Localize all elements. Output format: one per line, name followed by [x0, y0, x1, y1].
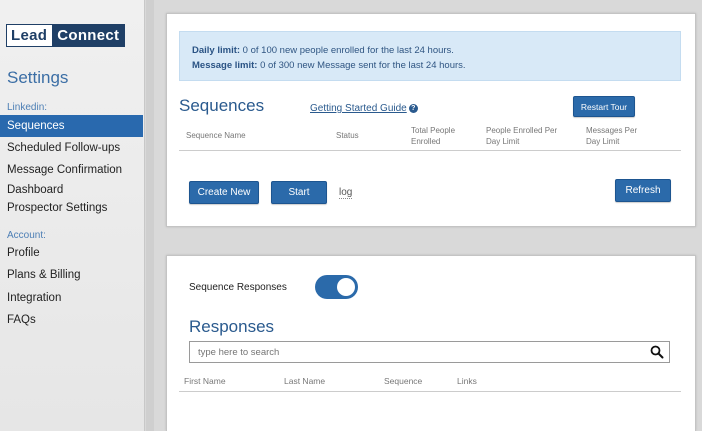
- log-link[interactable]: log: [339, 187, 353, 199]
- search-icon[interactable]: [650, 345, 664, 359]
- logo-connect-text: Connect: [52, 25, 125, 46]
- limits-info-box: Daily limit: 0 of 100 new people enrolle…: [179, 31, 681, 81]
- refresh-button[interactable]: Refresh: [615, 179, 671, 202]
- responses-title: Responses: [189, 317, 275, 336]
- column-messages-per-day: Messages Per Day Limit: [586, 126, 638, 146]
- divider-strip: [146, 0, 154, 431]
- create-new-button[interactable]: Create New: [189, 181, 259, 204]
- sidebar-item-profile[interactable]: Profile: [0, 242, 143, 264]
- daily-limit-line: Daily limit: 0 of 100 new people enrolle…: [192, 43, 680, 58]
- start-button[interactable]: Start: [271, 181, 327, 204]
- sidebar-item-plans-billing[interactable]: Plans & Billing: [0, 264, 143, 286]
- logo-lead-text: Lead: [7, 25, 53, 46]
- search-input[interactable]: [189, 341, 670, 363]
- column-people-enrolled-per-day: People Enrolled Per Day Limit: [486, 126, 558, 146]
- help-icon: ?: [408, 104, 418, 113]
- settings-title: Settings: [7, 68, 69, 87]
- sequences-title: Sequences: [179, 96, 265, 115]
- section-label-linkedin: Linkedin:: [7, 102, 48, 113]
- sidebar-item-scheduled-follow-ups[interactable]: Scheduled Follow-ups: [0, 137, 143, 159]
- message-limit-text: 0 of 300 new Message sent for the last 2…: [257, 60, 466, 71]
- getting-started-guide-link[interactable]: Getting Started Guide ?: [310, 103, 418, 114]
- column-links: Links: [457, 376, 477, 386]
- column-first-name: First Name: [184, 376, 226, 386]
- guide-link-label: Getting Started Guide: [310, 103, 407, 114]
- responses-panel: Sequence Responses Responses First Name …: [166, 255, 696, 431]
- message-limit-label: Message limit:: [192, 60, 258, 71]
- sequence-responses-toggle[interactable]: [315, 275, 358, 299]
- daily-limit-text: 0 of 100 new people enrolled for the las…: [240, 45, 454, 56]
- sequence-responses-label: Sequence Responses: [189, 282, 287, 293]
- section-label-account: Account:: [7, 230, 46, 241]
- leadconnect-logo: Lead Connect: [6, 24, 126, 47]
- sidebar: Lead Connect Settings Linkedin: Sequence…: [0, 0, 145, 431]
- sidebar-item-message-confirmation[interactable]: Message Confirmation: [0, 159, 143, 181]
- message-limit-line: Message limit: 0 of 300 new Message sent…: [192, 58, 680, 73]
- toggle-knob: [337, 278, 355, 296]
- sidebar-item-faqs[interactable]: FAQs: [0, 309, 143, 331]
- sidebar-item-prospector-settings[interactable]: Prospector Settings: [0, 197, 143, 219]
- sidebar-item-sequences[interactable]: Sequences: [0, 115, 143, 137]
- daily-limit-label: Daily limit:: [192, 45, 241, 56]
- column-sequence: Sequence: [384, 376, 423, 386]
- responses-header-divider: [179, 391, 681, 392]
- table-header-divider: [179, 150, 681, 151]
- column-sequence-name: Sequence Name: [186, 131, 246, 140]
- restart-tour-button[interactable]: Restart Tour: [573, 96, 635, 117]
- column-status: Status: [336, 131, 359, 140]
- column-total-people-enrolled: Total People Enrolled: [411, 126, 456, 146]
- sequences-panel: Daily limit: 0 of 100 new people enrolle…: [166, 13, 696, 227]
- sidebar-item-integration[interactable]: Integration: [0, 287, 143, 309]
- column-last-name: Last Name: [284, 376, 326, 386]
